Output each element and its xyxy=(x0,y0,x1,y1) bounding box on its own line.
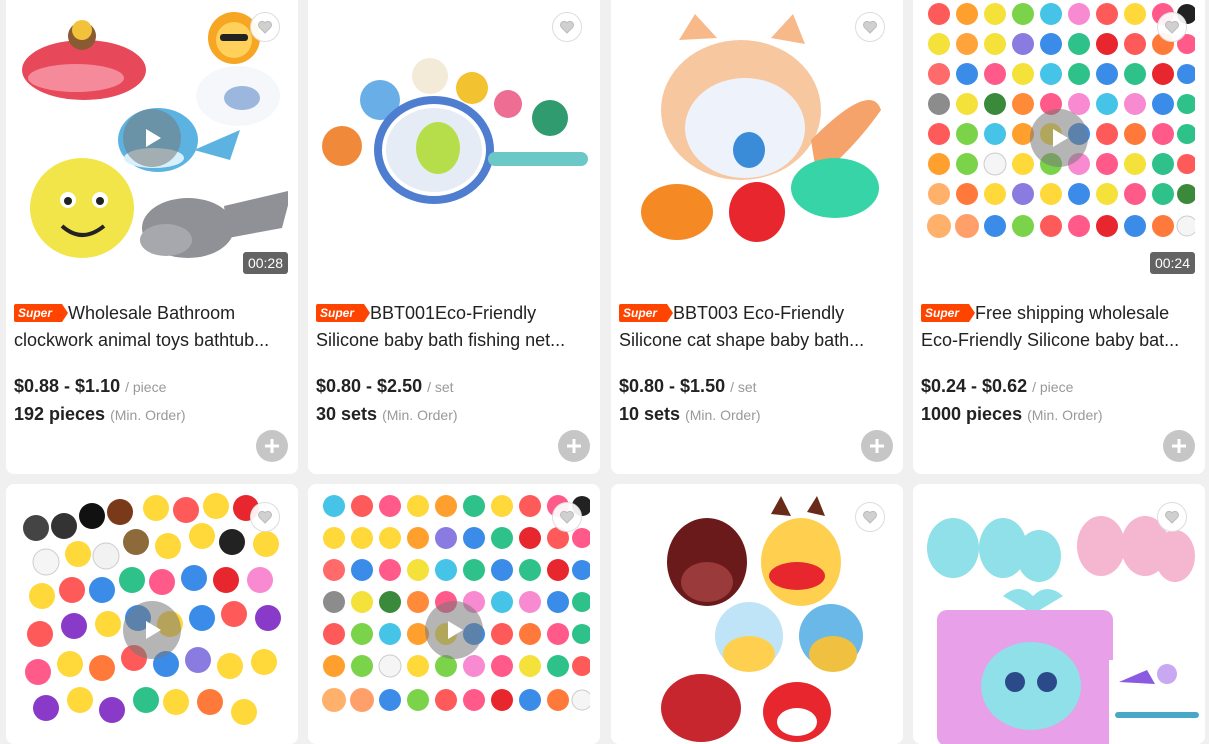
favorite-button[interactable] xyxy=(1157,12,1187,42)
min-order: 1000 pieces (Min. Order) xyxy=(921,404,1103,424)
heart-outline-icon xyxy=(560,20,574,34)
plus-icon xyxy=(870,439,884,453)
product-card[interactable]: 00:28 Super Wholesale Bathroom clockwork … xyxy=(6,0,298,474)
favorite-button[interactable] xyxy=(250,12,280,42)
min-order: 192 pieces (Min. Order) xyxy=(14,404,186,424)
super-badge: Super xyxy=(619,304,674,322)
super-badge: Super xyxy=(921,304,976,322)
product-card[interactable]: 00:24 Super Free shipping wholesale Eco-F… xyxy=(913,0,1205,474)
product-price: $0.88 - $1.10 / piece xyxy=(14,376,167,396)
play-icon xyxy=(448,621,463,639)
video-duration: 00:24 xyxy=(1149,252,1195,274)
heart-outline-icon xyxy=(560,510,574,524)
favorite-button[interactable] xyxy=(250,502,280,532)
play-button[interactable] xyxy=(425,601,483,659)
add-to-list-button[interactable] xyxy=(256,430,288,462)
product-title[interactable]: Super Free shipping wholesale Eco-Friendl… xyxy=(921,300,1193,354)
product-card[interactable]: Super BBT001Eco-Friendly Silicone baby ba… xyxy=(308,0,600,474)
product-card[interactable] xyxy=(611,484,903,744)
super-badge: Super xyxy=(316,304,371,322)
product-price: $0.80 - $2.50 / set xyxy=(316,376,454,396)
product-image[interactable] xyxy=(621,0,893,270)
favorite-button[interactable] xyxy=(1157,502,1187,532)
play-icon xyxy=(146,621,161,639)
product-card[interactable] xyxy=(913,484,1205,744)
product-price: $0.80 - $1.50 / set xyxy=(619,376,757,396)
favorite-button[interactable] xyxy=(552,12,582,42)
product-title[interactable]: Super BBT003 Eco-Friendly Silicone cat sh… xyxy=(619,300,891,354)
product-image[interactable] xyxy=(621,486,893,744)
super-badge: Super xyxy=(14,304,69,322)
add-to-list-button[interactable] xyxy=(861,430,893,462)
product-card[interactable]: Super BBT003 Eco-Friendly Silicone cat sh… xyxy=(611,0,903,474)
play-button[interactable] xyxy=(1030,109,1088,167)
plus-icon xyxy=(265,439,279,453)
heart-outline-icon xyxy=(1165,20,1179,34)
add-to-list-button[interactable] xyxy=(558,430,590,462)
min-order: 10 sets (Min. Order) xyxy=(619,404,761,424)
min-order: 30 sets (Min. Order) xyxy=(316,404,458,424)
product-card[interactable] xyxy=(6,484,298,744)
heart-outline-icon xyxy=(863,510,877,524)
product-image[interactable] xyxy=(318,0,590,270)
play-button[interactable] xyxy=(123,109,181,167)
heart-outline-icon xyxy=(863,20,877,34)
favorite-button[interactable] xyxy=(552,502,582,532)
product-card[interactable] xyxy=(308,484,600,744)
video-duration: 00:28 xyxy=(242,252,288,274)
product-grid: 00:28 Super Wholesale Bathroom clockwork … xyxy=(0,0,1209,744)
product-title[interactable]: Super Wholesale Bathroom clockwork animal… xyxy=(14,300,286,354)
add-to-list-button[interactable] xyxy=(1163,430,1195,462)
favorite-button[interactable] xyxy=(855,12,885,42)
heart-outline-icon xyxy=(258,510,272,524)
heart-outline-icon xyxy=(1165,510,1179,524)
plus-icon xyxy=(567,439,581,453)
heart-outline-icon xyxy=(258,20,272,34)
plus-icon xyxy=(1172,439,1186,453)
product-title[interactable]: Super BBT001Eco-Friendly Silicone baby ba… xyxy=(316,300,588,354)
play-icon xyxy=(1053,129,1068,147)
product-price: $0.24 - $0.62 / piece xyxy=(921,376,1074,396)
favorite-button[interactable] xyxy=(855,502,885,532)
play-button[interactable] xyxy=(123,601,181,659)
play-icon xyxy=(146,129,161,147)
